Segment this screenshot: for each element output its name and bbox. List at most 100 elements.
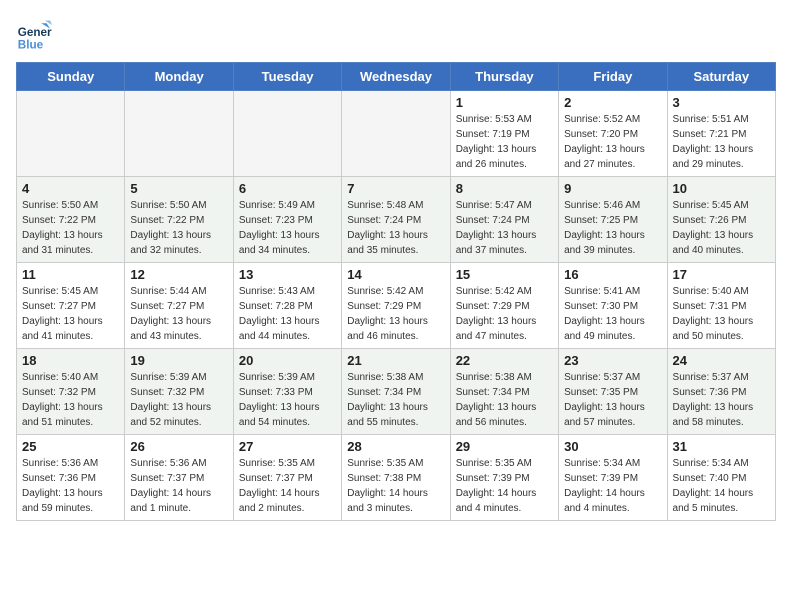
day-number: 19 <box>130 353 227 368</box>
daylight-label: Daylight: 13 hours and 32 minutes. <box>130 230 211 256</box>
day-info: Sunrise: 5:35 AM Sunset: 7:39 PM Dayligh… <box>456 456 553 516</box>
day-info: Sunrise: 5:38 AM Sunset: 7:34 PM Dayligh… <box>456 370 553 430</box>
sunrise-label: Sunrise: 5:53 AM <box>456 114 532 125</box>
sunrise-label: Sunrise: 5:49 AM <box>239 200 315 211</box>
sunset-label: Sunset: 7:36 PM <box>673 387 747 398</box>
calendar-cell: 3 Sunrise: 5:51 AM Sunset: 7:21 PM Dayli… <box>667 91 775 177</box>
sunrise-label: Sunrise: 5:47 AM <box>456 200 532 211</box>
sunrise-label: Sunrise: 5:34 AM <box>564 458 640 469</box>
calendar-week-row: 18 Sunrise: 5:40 AM Sunset: 7:32 PM Dayl… <box>17 349 776 435</box>
day-info: Sunrise: 5:35 AM Sunset: 7:37 PM Dayligh… <box>239 456 336 516</box>
calendar-week-row: 11 Sunrise: 5:45 AM Sunset: 7:27 PM Dayl… <box>17 263 776 349</box>
daylight-label: Daylight: 13 hours and 49 minutes. <box>564 316 645 342</box>
daylight-label: Daylight: 13 hours and 31 minutes. <box>22 230 103 256</box>
day-number: 29 <box>456 439 553 454</box>
day-number: 9 <box>564 181 661 196</box>
day-number: 30 <box>564 439 661 454</box>
day-info: Sunrise: 5:40 AM Sunset: 7:32 PM Dayligh… <box>22 370 119 430</box>
day-number: 14 <box>347 267 444 282</box>
day-number: 16 <box>564 267 661 282</box>
calendar-cell: 23 Sunrise: 5:37 AM Sunset: 7:35 PM Dayl… <box>559 349 667 435</box>
sunset-label: Sunset: 7:32 PM <box>130 387 204 398</box>
daylight-label: Daylight: 13 hours and 56 minutes. <box>456 402 537 428</box>
sunrise-label: Sunrise: 5:34 AM <box>673 458 749 469</box>
day-info: Sunrise: 5:37 AM Sunset: 7:35 PM Dayligh… <box>564 370 661 430</box>
sunrise-label: Sunrise: 5:41 AM <box>564 286 640 297</box>
sunrise-label: Sunrise: 5:37 AM <box>564 372 640 383</box>
day-number: 27 <box>239 439 336 454</box>
calendar-cell: 25 Sunrise: 5:36 AM Sunset: 7:36 PM Dayl… <box>17 435 125 521</box>
daylight-label: Daylight: 13 hours and 39 minutes. <box>564 230 645 256</box>
day-info: Sunrise: 5:43 AM Sunset: 7:28 PM Dayligh… <box>239 284 336 344</box>
calendar-week-row: 25 Sunrise: 5:36 AM Sunset: 7:36 PM Dayl… <box>17 435 776 521</box>
daylight-label: Daylight: 13 hours and 54 minutes. <box>239 402 320 428</box>
sunset-label: Sunset: 7:34 PM <box>456 387 530 398</box>
day-number: 2 <box>564 95 661 110</box>
weekday-header-tuesday: Tuesday <box>233 63 341 91</box>
day-number: 28 <box>347 439 444 454</box>
sunset-label: Sunset: 7:31 PM <box>673 301 747 312</box>
sunset-label: Sunset: 7:37 PM <box>239 473 313 484</box>
sunset-label: Sunset: 7:27 PM <box>130 301 204 312</box>
sunset-label: Sunset: 7:23 PM <box>239 215 313 226</box>
daylight-label: Daylight: 13 hours and 52 minutes. <box>130 402 211 428</box>
page-header: General Blue <box>16 16 776 52</box>
calendar-cell: 7 Sunrise: 5:48 AM Sunset: 7:24 PM Dayli… <box>342 177 450 263</box>
sunrise-label: Sunrise: 5:46 AM <box>564 200 640 211</box>
day-number: 11 <box>22 267 119 282</box>
day-number: 5 <box>130 181 227 196</box>
sunset-label: Sunset: 7:37 PM <box>130 473 204 484</box>
sunset-label: Sunset: 7:35 PM <box>564 387 638 398</box>
daylight-label: Daylight: 14 hours and 4 minutes. <box>456 488 537 514</box>
calendar-cell: 1 Sunrise: 5:53 AM Sunset: 7:19 PM Dayli… <box>450 91 558 177</box>
calendar-cell <box>125 91 233 177</box>
day-info: Sunrise: 5:34 AM Sunset: 7:39 PM Dayligh… <box>564 456 661 516</box>
day-info: Sunrise: 5:45 AM Sunset: 7:26 PM Dayligh… <box>673 198 770 258</box>
daylight-label: Daylight: 13 hours and 26 minutes. <box>456 144 537 170</box>
day-info: Sunrise: 5:53 AM Sunset: 7:19 PM Dayligh… <box>456 112 553 172</box>
day-number: 23 <box>564 353 661 368</box>
sunset-label: Sunset: 7:20 PM <box>564 129 638 140</box>
calendar-cell: 2 Sunrise: 5:52 AM Sunset: 7:20 PM Dayli… <box>559 91 667 177</box>
sunrise-label: Sunrise: 5:45 AM <box>673 200 749 211</box>
calendar-week-row: 4 Sunrise: 5:50 AM Sunset: 7:22 PM Dayli… <box>17 177 776 263</box>
day-info: Sunrise: 5:49 AM Sunset: 7:23 PM Dayligh… <box>239 198 336 258</box>
day-number: 21 <box>347 353 444 368</box>
sunset-label: Sunset: 7:29 PM <box>456 301 530 312</box>
day-info: Sunrise: 5:36 AM Sunset: 7:37 PM Dayligh… <box>130 456 227 516</box>
calendar-cell: 28 Sunrise: 5:35 AM Sunset: 7:38 PM Dayl… <box>342 435 450 521</box>
day-info: Sunrise: 5:44 AM Sunset: 7:27 PM Dayligh… <box>130 284 227 344</box>
weekday-header-wednesday: Wednesday <box>342 63 450 91</box>
sunset-label: Sunset: 7:25 PM <box>564 215 638 226</box>
sunset-label: Sunset: 7:32 PM <box>22 387 96 398</box>
daylight-label: Daylight: 13 hours and 55 minutes. <box>347 402 428 428</box>
calendar-cell: 30 Sunrise: 5:34 AM Sunset: 7:39 PM Dayl… <box>559 435 667 521</box>
sunrise-label: Sunrise: 5:45 AM <box>22 286 98 297</box>
day-info: Sunrise: 5:39 AM Sunset: 7:33 PM Dayligh… <box>239 370 336 430</box>
day-number: 1 <box>456 95 553 110</box>
day-number: 26 <box>130 439 227 454</box>
calendar-cell: 21 Sunrise: 5:38 AM Sunset: 7:34 PM Dayl… <box>342 349 450 435</box>
sunset-label: Sunset: 7:36 PM <box>22 473 96 484</box>
daylight-label: Daylight: 13 hours and 43 minutes. <box>130 316 211 342</box>
day-info: Sunrise: 5:45 AM Sunset: 7:27 PM Dayligh… <box>22 284 119 344</box>
sunrise-label: Sunrise: 5:48 AM <box>347 200 423 211</box>
day-info: Sunrise: 5:38 AM Sunset: 7:34 PM Dayligh… <box>347 370 444 430</box>
calendar-cell: 12 Sunrise: 5:44 AM Sunset: 7:27 PM Dayl… <box>125 263 233 349</box>
day-info: Sunrise: 5:40 AM Sunset: 7:31 PM Dayligh… <box>673 284 770 344</box>
sunrise-label: Sunrise: 5:39 AM <box>239 372 315 383</box>
day-number: 22 <box>456 353 553 368</box>
calendar-cell <box>17 91 125 177</box>
sunset-label: Sunset: 7:24 PM <box>347 215 421 226</box>
svg-text:Blue: Blue <box>18 38 44 51</box>
sunrise-label: Sunrise: 5:40 AM <box>22 372 98 383</box>
sunrise-label: Sunrise: 5:40 AM <box>673 286 749 297</box>
day-info: Sunrise: 5:51 AM Sunset: 7:21 PM Dayligh… <box>673 112 770 172</box>
day-info: Sunrise: 5:47 AM Sunset: 7:24 PM Dayligh… <box>456 198 553 258</box>
daylight-label: Daylight: 13 hours and 44 minutes. <box>239 316 320 342</box>
sunset-label: Sunset: 7:39 PM <box>564 473 638 484</box>
day-info: Sunrise: 5:50 AM Sunset: 7:22 PM Dayligh… <box>22 198 119 258</box>
daylight-label: Daylight: 13 hours and 27 minutes. <box>564 144 645 170</box>
calendar-cell: 20 Sunrise: 5:39 AM Sunset: 7:33 PM Dayl… <box>233 349 341 435</box>
day-number: 13 <box>239 267 336 282</box>
